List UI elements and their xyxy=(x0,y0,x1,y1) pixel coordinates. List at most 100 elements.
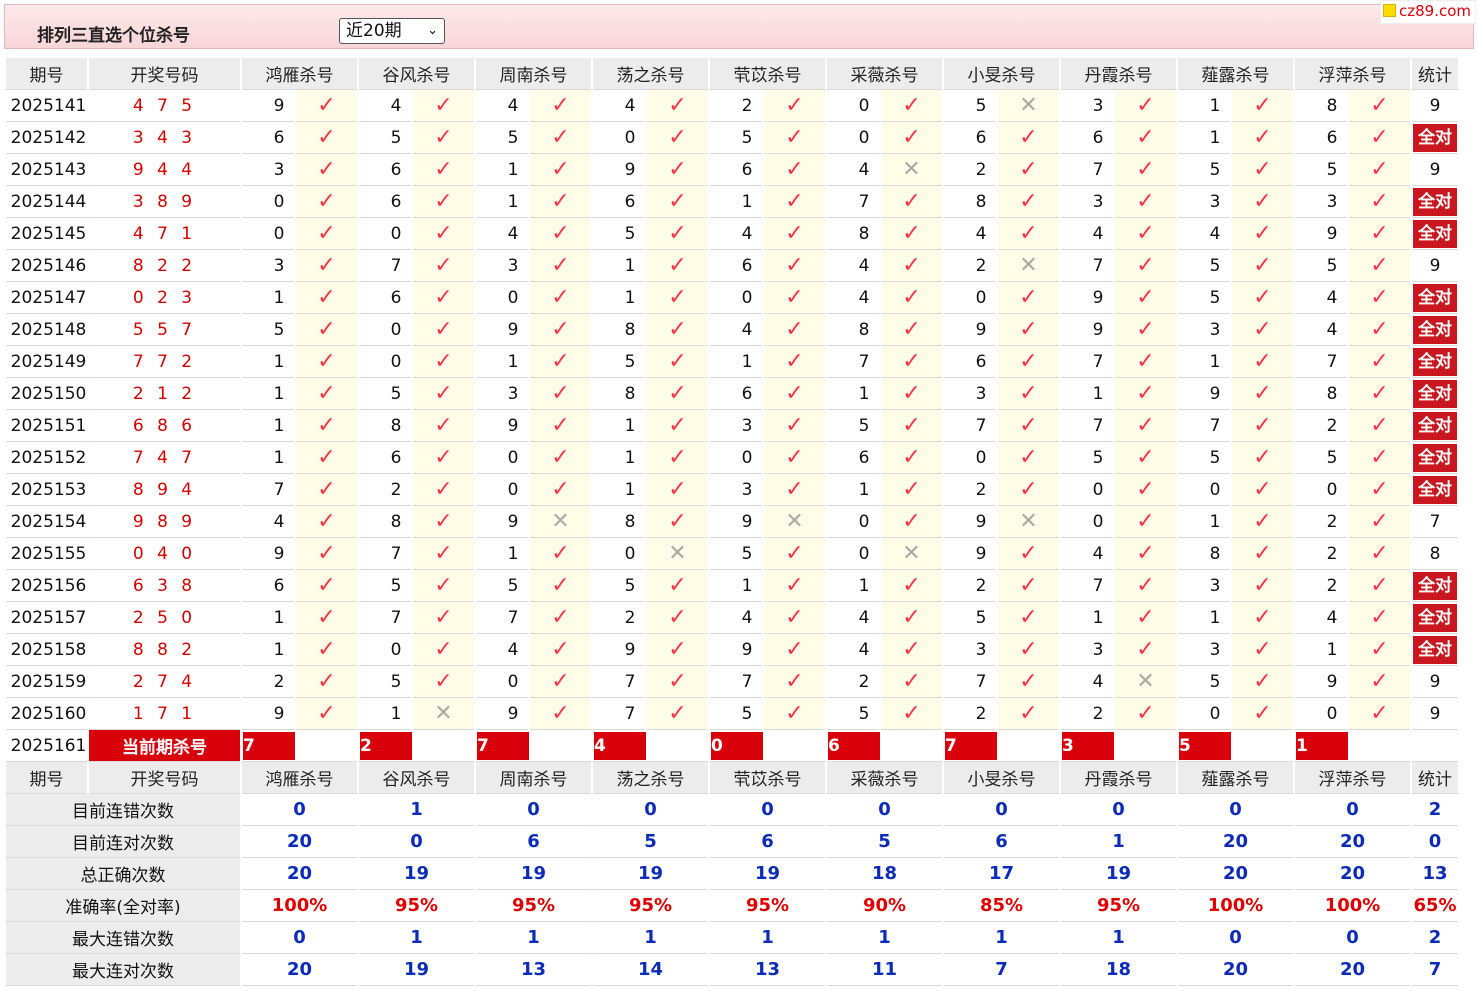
check-icon: ✓ xyxy=(1349,666,1410,698)
kill-number: 7 xyxy=(1061,410,1113,442)
check-icon: ✓ xyxy=(1349,506,1410,538)
check-icon: ✓ xyxy=(647,346,708,378)
kill-number: 3 xyxy=(1295,186,1347,218)
kill-number: 1 xyxy=(242,442,294,474)
kill-number: 5 xyxy=(710,122,762,154)
check-icon: ✓ xyxy=(881,602,942,634)
row-stat: 全对 xyxy=(1412,218,1458,250)
check-icon: ✓ xyxy=(296,314,357,346)
summary-value: 1 xyxy=(476,922,591,954)
summary-value: 20 xyxy=(242,826,357,858)
cross-icon: ✕ xyxy=(881,154,942,186)
check-icon: ✓ xyxy=(764,90,825,122)
check-icon: ✓ xyxy=(1349,122,1410,154)
check-icon: ✓ xyxy=(1232,506,1293,538)
check-icon: ✓ xyxy=(530,346,591,378)
check-icon: ✓ xyxy=(530,90,591,122)
check-icon: ✓ xyxy=(1232,602,1293,634)
kill-number: 5 xyxy=(1178,282,1230,314)
kill-number: 2 xyxy=(944,154,996,186)
check-icon: ✓ xyxy=(1349,410,1410,442)
check-icon: ✓ xyxy=(1115,474,1176,506)
check-icon: ✓ xyxy=(530,282,591,314)
table-row: 2025154 9 8 9 4 ✓ 8 ✓ 9 ✕ 8 ✓ 9 ✕ 0 ✓ 9 ✕ 0 ✓ 1 ✓ 2 ✓ 7 xyxy=(6,506,1458,538)
check-icon: ✓ xyxy=(530,666,591,698)
check-icon: ✓ xyxy=(413,634,474,666)
kill-number: 0 xyxy=(1061,506,1113,538)
kill-number: 9 xyxy=(476,410,528,442)
site-badge[interactable]: cz89.com xyxy=(1379,0,1476,24)
kill-number: 5 xyxy=(1178,154,1230,186)
current-kill-cell: 5 xyxy=(1178,730,1293,762)
check-icon: ✓ xyxy=(1232,410,1293,442)
summary-value: 1 xyxy=(1061,826,1176,858)
kill-number: 6 xyxy=(710,378,762,410)
summary-value: 95% xyxy=(359,890,474,922)
summary-value: 0 xyxy=(1178,794,1293,826)
summary-value: 20 xyxy=(242,858,357,890)
draw-number: 8 9 4 xyxy=(89,474,240,506)
check-icon: ✓ xyxy=(530,570,591,602)
check-icon: ✓ xyxy=(647,410,708,442)
check-icon: ✓ xyxy=(998,538,1059,570)
kill-number: 1 xyxy=(1178,346,1230,378)
page-title: 排列三直选个位杀号 xyxy=(37,26,190,46)
check-icon: ✓ xyxy=(881,410,942,442)
row-stat: 8 xyxy=(1412,538,1458,570)
check-icon: ✓ xyxy=(413,90,474,122)
summary-value: 13 xyxy=(476,954,591,986)
kill-number: 0 xyxy=(944,442,996,474)
issue-number: 2025147 xyxy=(6,282,87,314)
check-icon: ✓ xyxy=(530,122,591,154)
summary-value: 6 xyxy=(476,826,591,858)
check-icon: ✓ xyxy=(998,474,1059,506)
kill-number: 1 xyxy=(476,346,528,378)
check-icon: ✓ xyxy=(1349,314,1410,346)
kill-number: 4 xyxy=(1295,282,1347,314)
table-row: 2025153 8 9 4 7 ✓ 2 ✓ 0 ✓ 1 ✓ 3 ✓ 1 ✓ 2 ✓ 0 ✓ 0 ✓ 0 ✓ 全对 xyxy=(6,474,1458,506)
kill-number: 3 xyxy=(1178,634,1230,666)
current-kill-number: 7 xyxy=(477,731,529,760)
kill-number: 4 xyxy=(1061,666,1113,698)
period-select[interactable]: 近20期 ⌄ xyxy=(339,18,445,44)
kill-number: 0 xyxy=(242,186,294,218)
issue-number: 2025155 xyxy=(6,538,87,570)
check-icon: ✓ xyxy=(998,442,1059,474)
all-correct-badge: 全对 xyxy=(1413,603,1457,632)
check-icon: ✓ xyxy=(296,186,357,218)
row-stat: 9 xyxy=(1412,250,1458,282)
summary-value: 95% xyxy=(476,890,591,922)
all-correct-badge: 全对 xyxy=(1413,219,1457,248)
draw-number: 6 3 8 xyxy=(89,570,240,602)
check-icon: ✓ xyxy=(998,602,1059,634)
kill-number: 7 xyxy=(1061,570,1113,602)
kill-number: 8 xyxy=(1178,538,1230,570)
check-icon: ✓ xyxy=(764,634,825,666)
kill-number: 3 xyxy=(1178,186,1230,218)
check-icon: ✓ xyxy=(1349,90,1410,122)
kill-number: 9 xyxy=(476,506,528,538)
kill-number: 5 xyxy=(1178,666,1230,698)
summary-value: 0 xyxy=(827,794,942,826)
check-icon: ✓ xyxy=(1349,282,1410,314)
check-icon: ✓ xyxy=(1115,602,1176,634)
check-icon: ✓ xyxy=(413,538,474,570)
kill-number: 1 xyxy=(710,346,762,378)
check-icon: ✓ xyxy=(647,186,708,218)
kill-number: 1 xyxy=(1061,602,1113,634)
draw-number: 2 1 2 xyxy=(89,378,240,410)
kill-number: 6 xyxy=(242,570,294,602)
summary-value: 90% xyxy=(827,890,942,922)
kill-number: 5 xyxy=(593,570,645,602)
kill-number: 4 xyxy=(827,282,879,314)
check-icon: ✓ xyxy=(1349,154,1410,186)
kill-number: 4 xyxy=(476,634,528,666)
all-correct-badge: 全对 xyxy=(1413,571,1457,600)
draw-number: 0 4 0 xyxy=(89,538,240,570)
check-icon: ✓ xyxy=(881,122,942,154)
kill-number: 7 xyxy=(476,602,528,634)
kill-number: 0 xyxy=(359,314,411,346)
issue-number: 2025154 xyxy=(6,506,87,538)
summary-value: 95% xyxy=(593,890,708,922)
kill-number: 4 xyxy=(827,602,879,634)
